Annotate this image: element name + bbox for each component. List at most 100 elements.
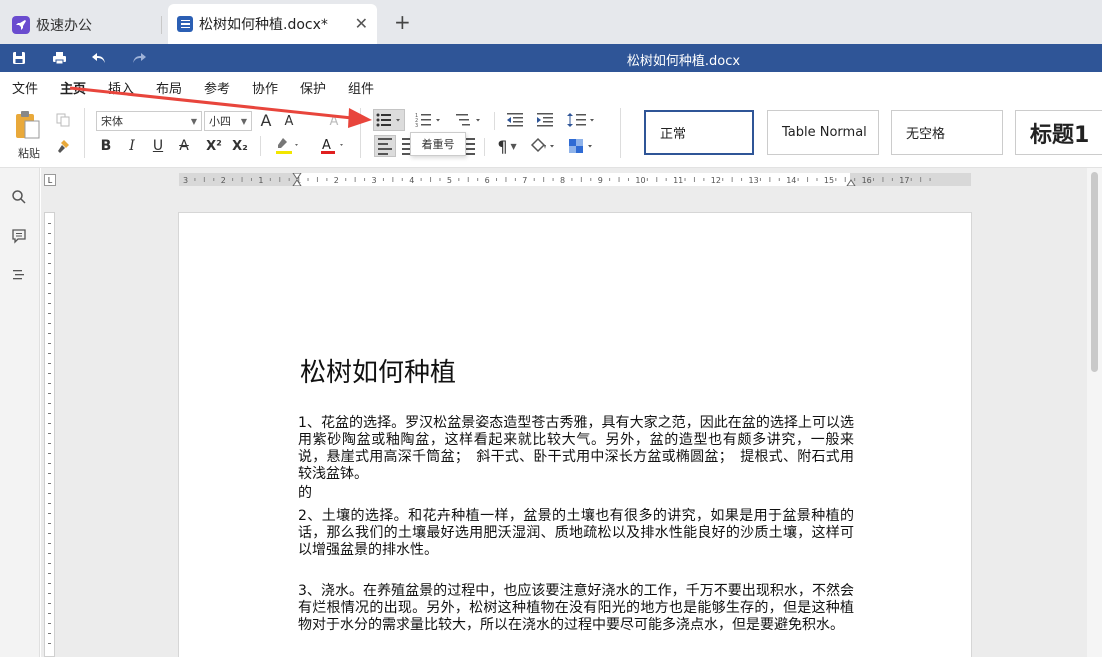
horizontal-ruler[interactable]: 3 2 1 1 2 3 4 5 6 7 8 9 10 11 12 13 14 15 16 17	[179, 173, 971, 186]
ruler-tick	[656, 177, 658, 182]
subscript-button[interactable]: X₂	[229, 137, 251, 155]
ruler-tick	[722, 178, 724, 181]
ruler-tick	[345, 178, 347, 181]
navigation-icon[interactable]	[11, 267, 27, 286]
clear-format-icon[interactable]: A	[326, 112, 342, 130]
decrease-indent-icon[interactable]	[505, 109, 525, 131]
chevron-down-icon: ▼	[190, 116, 197, 126]
menu-bar: 文件 主页 插入 布局 参考 协作 保护 组件	[0, 72, 1102, 102]
paragraph-1[interactable]: 1、花盆的选择。罗汉松盆景姿态造型苍古秀雅，具有大家之范，因此在盆的选择上可以选…	[298, 415, 854, 483]
ruler-tick	[816, 178, 818, 181]
ruler-tick	[797, 178, 799, 181]
numbered-list-button[interactable]: 123	[414, 109, 444, 131]
paste-label: 粘贴	[18, 147, 40, 160]
borders-button[interactable]	[566, 135, 596, 157]
right-indent-marker[interactable]	[846, 179, 856, 186]
paragraph-3[interactable]: 3、浇水。在养殖盆景的过程中，也应该要注意好浇水的工作，千万不要出现积水，不然会…	[298, 583, 854, 634]
ribbon-toolbar: 粘贴 宋体 ▼ 小四 ▼ A A A B I U A X² X₂ A 123 ¶…	[0, 98, 1102, 168]
ruler-tick	[269, 178, 271, 181]
highlight-button[interactable]	[272, 135, 302, 157]
ruler-tick	[382, 178, 384, 181]
paragraph-2[interactable]: 2、土壤的选择。和花卉种植一样，盆景的土壤也有很多的讲究，如果是用于盆景种植的话…	[298, 508, 854, 559]
ruler-tick	[627, 178, 629, 181]
ruler-tick	[232, 178, 234, 181]
strikethrough-button[interactable]: A	[176, 137, 192, 155]
tab-stop-selector[interactable]: L	[44, 174, 56, 186]
ruler-tick	[505, 177, 507, 182]
comment-icon[interactable]	[11, 228, 27, 247]
bullet-list-button[interactable]	[373, 109, 405, 131]
ruler-tick	[618, 177, 620, 182]
style-no-spacing-label: 无空格	[906, 127, 946, 142]
scrollbar-thumb[interactable]	[1091, 172, 1098, 372]
close-tab-icon[interactable]: ✕	[355, 14, 368, 33]
ruler-tick	[194, 178, 196, 181]
font-size-select[interactable]: 小四 ▼	[204, 111, 252, 131]
ruler-label: 3	[183, 176, 188, 185]
multilevel-list-button[interactable]	[454, 109, 484, 131]
emphasis-mark-tooltip: 着重号	[410, 132, 466, 156]
ruler-tick	[609, 178, 611, 181]
pilcrow-icon: ¶	[497, 136, 508, 156]
ruler-tick	[873, 178, 875, 181]
paste-button[interactable]	[12, 110, 42, 140]
style-heading-1[interactable]: 标题1	[1015, 110, 1102, 155]
ruler-tick	[665, 178, 667, 181]
menu-home[interactable]: 主页	[60, 78, 87, 102]
style-heading-1-label: 标题1	[1030, 122, 1090, 148]
increase-indent-icon[interactable]	[535, 109, 555, 131]
ruler-tick	[288, 178, 290, 181]
ruler-tick	[590, 178, 592, 181]
paragraph-orphan[interactable]: 的	[298, 485, 854, 502]
italic-button[interactable]: I	[124, 137, 140, 155]
ruler-label: 15	[824, 176, 834, 185]
ruler-label: 3	[372, 176, 377, 185]
menu-collaborate[interactable]: 协作	[252, 78, 278, 97]
shrink-font-button[interactable]: A	[282, 112, 296, 130]
menu-protect[interactable]: 保护	[300, 78, 326, 97]
ruler-tick	[835, 178, 837, 181]
ruler-label: 1	[258, 176, 263, 185]
ruler-tick	[203, 177, 205, 182]
ruler-tick	[844, 177, 846, 182]
menu-insert[interactable]: 插入	[108, 78, 134, 97]
style-no-spacing[interactable]: 无空格	[891, 110, 1003, 155]
tab-home[interactable]: 极速办公	[0, 6, 162, 44]
tab-document[interactable]: 松树如何种植.docx* ✕	[168, 4, 377, 44]
tab-bar: 极速办公 松树如何种植.docx* ✕ +	[0, 0, 1102, 44]
vertical-scrollbar[interactable]	[1087, 168, 1102, 657]
copy-icon[interactable]	[54, 111, 72, 129]
font-name-select[interactable]: 宋体 ▼	[96, 111, 202, 131]
menu-file[interactable]: 文件	[12, 78, 38, 97]
new-tab-button[interactable]: +	[394, 10, 411, 34]
ruler-label: 5	[447, 176, 452, 185]
menu-components[interactable]: 组件	[348, 78, 374, 97]
line-spacing-button[interactable]	[566, 109, 598, 131]
superscript-button[interactable]: X²	[203, 137, 225, 155]
font-color-button[interactable]: A	[318, 135, 348, 157]
ruler-tick	[430, 177, 432, 182]
ruler-tick	[891, 178, 893, 181]
shading-button[interactable]	[528, 135, 558, 157]
ruler-tick	[571, 178, 573, 181]
align-left-button[interactable]	[374, 135, 396, 157]
ruler-tick	[854, 178, 856, 181]
ruler-tick	[920, 177, 922, 182]
ruler-label: 2	[334, 176, 339, 185]
ruler-tick	[392, 177, 394, 182]
underline-button[interactable]: U	[150, 137, 166, 155]
show-formatting-marks-button[interactable]: ¶ ▼	[492, 135, 522, 157]
document-heading[interactable]: 松树如何种植	[300, 352, 456, 389]
bold-button[interactable]: B	[98, 137, 114, 155]
menu-references[interactable]: 参考	[204, 78, 230, 97]
menu-layout[interactable]: 布局	[156, 78, 182, 97]
ruler-tick	[401, 178, 403, 181]
vertical-ruler[interactable]	[44, 212, 55, 657]
ruler-label: 11	[673, 176, 683, 185]
ruler-tick	[213, 178, 215, 181]
style-table-normal[interactable]: Table Normal	[767, 110, 879, 155]
style-normal[interactable]: 正常	[644, 110, 754, 155]
search-icon[interactable]	[11, 189, 27, 208]
format-painter-icon[interactable]	[54, 138, 72, 156]
grow-font-button[interactable]: A	[258, 110, 274, 130]
